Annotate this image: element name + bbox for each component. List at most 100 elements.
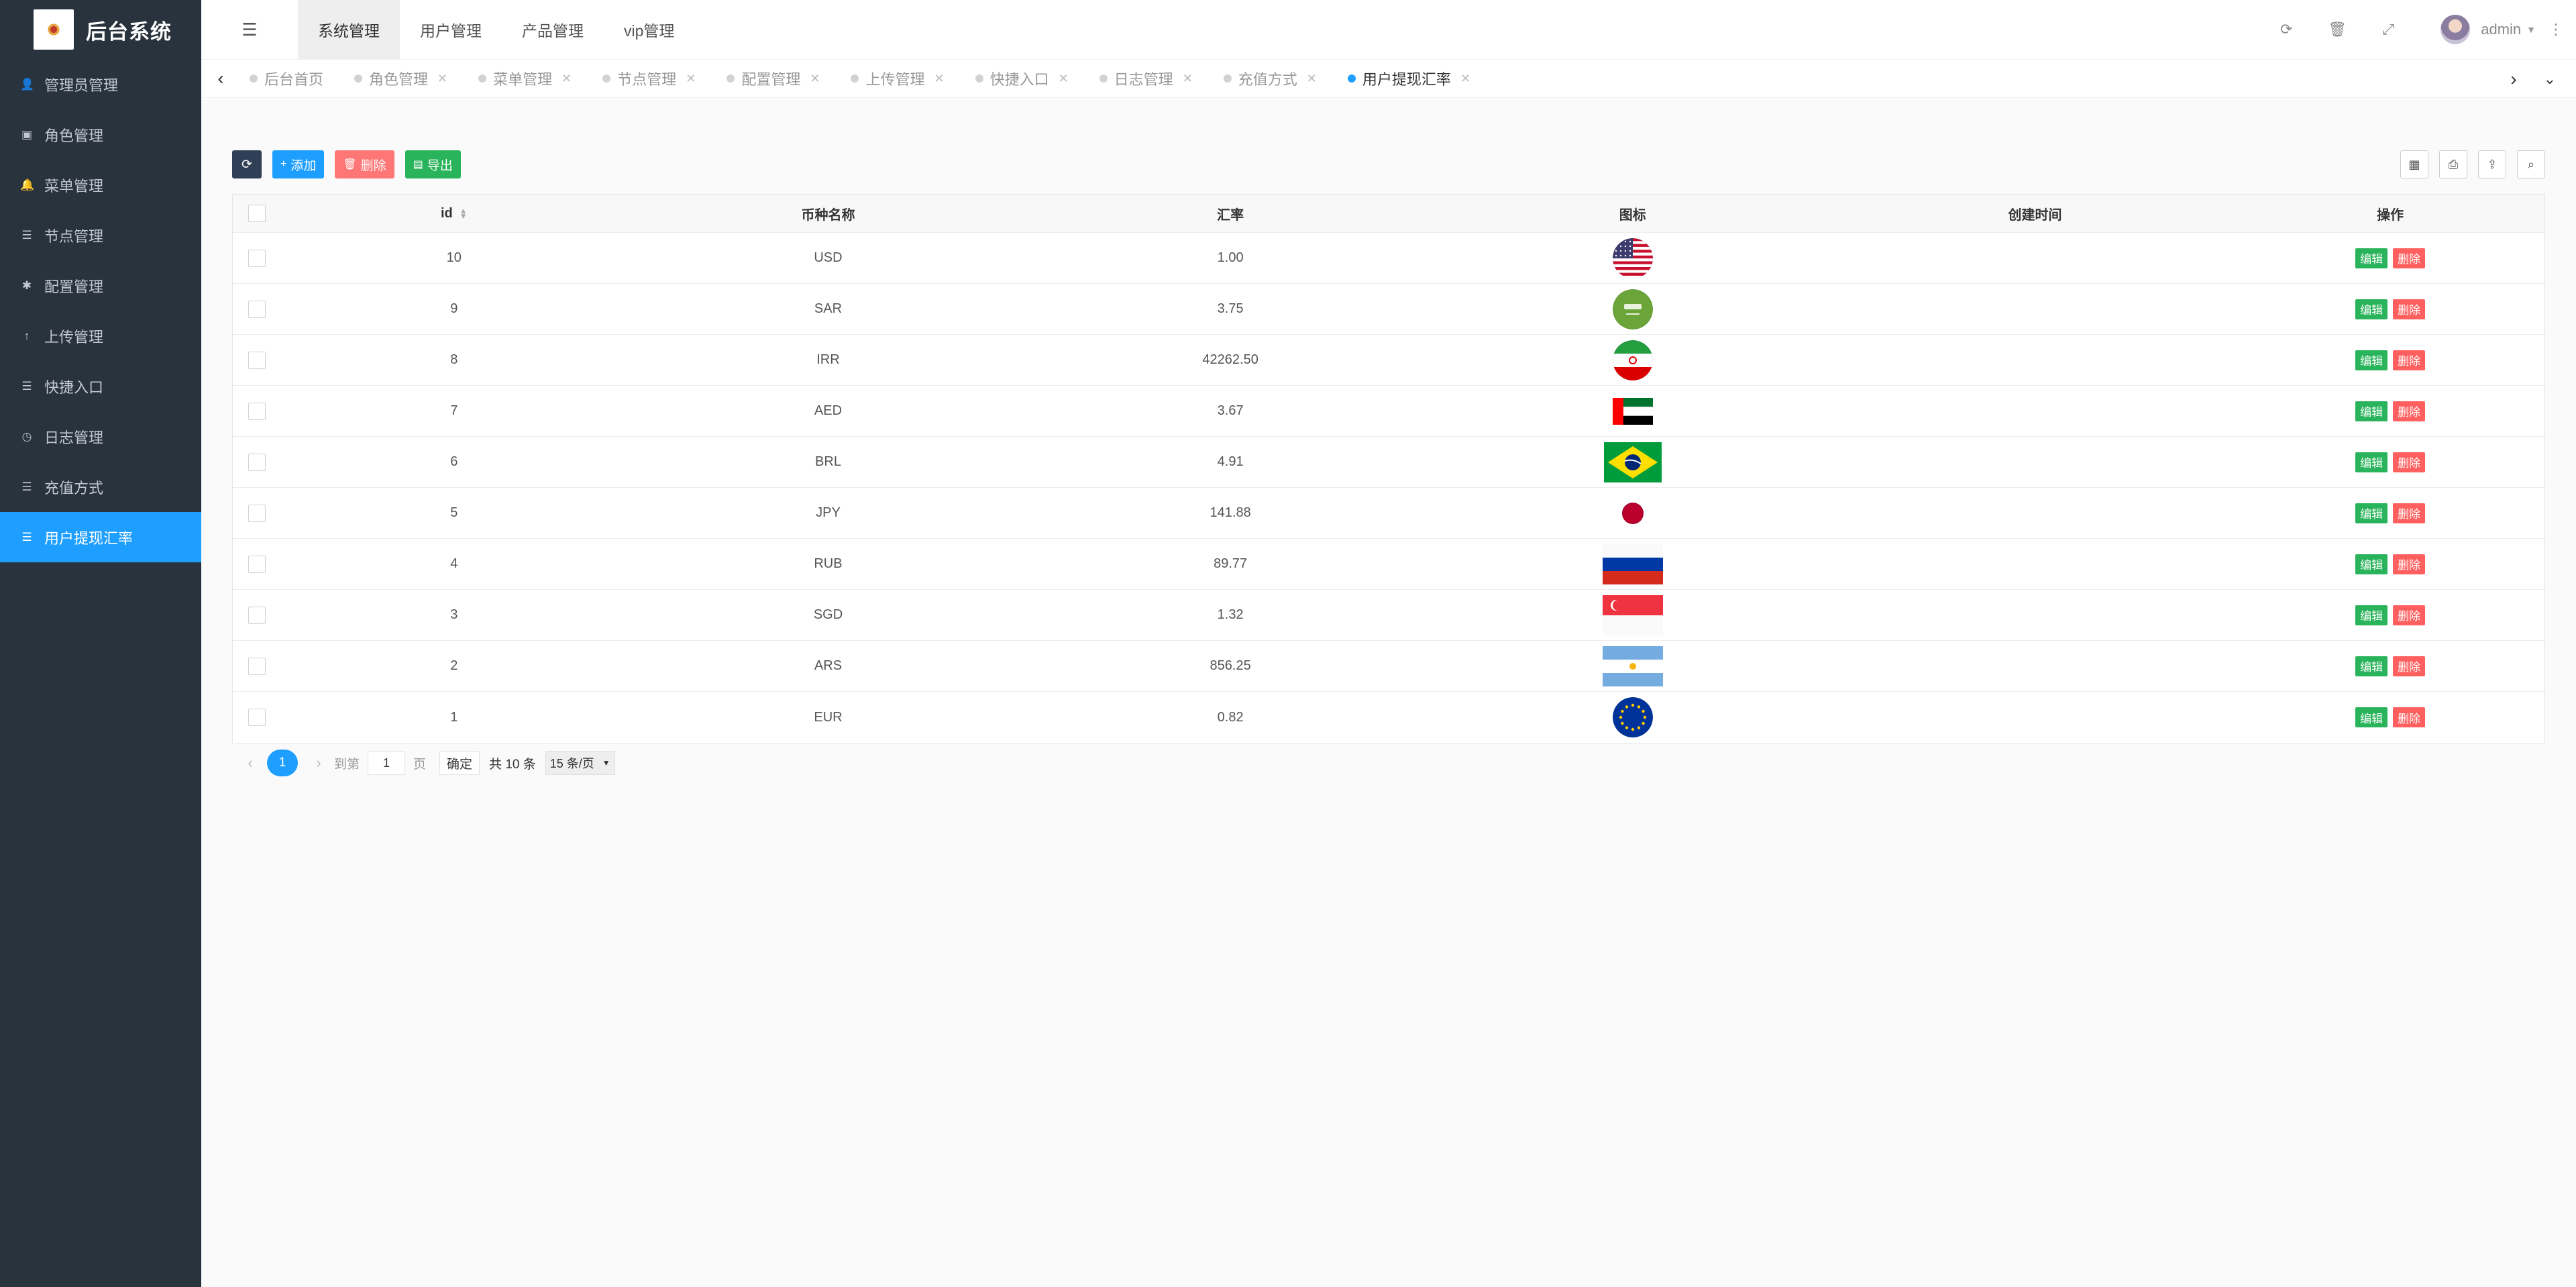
sort-icon[interactable]: ▲ ▼ <box>460 207 468 220</box>
row-delete-button[interactable]: 删除 <box>2393 605 2426 625</box>
page-tab-2[interactable]: 菜单管理 ✕ <box>478 68 572 89</box>
close-icon[interactable]: ✕ <box>1460 72 1470 86</box>
close-icon[interactable]: ✕ <box>810 72 820 86</box>
top-nav-system[interactable]: 系统管理 <box>298 0 400 59</box>
sidebar-item-7[interactable]: ◷ 日志管理 <box>0 411 201 462</box>
trash-icon[interactable]: 🗑 <box>2312 21 2363 38</box>
close-icon[interactable]: ✕ <box>1183 72 1193 86</box>
next-page-icon[interactable]: › <box>311 754 326 772</box>
top-nav-users[interactable]: 用户管理 <box>400 0 502 59</box>
header-tools: ⟳ 🗑 ⤢ admin ▼ ⋮ <box>2261 0 2576 59</box>
sidebar-item-4[interactable]: ✱ 配置管理 <box>0 260 201 311</box>
row-edit-button[interactable]: 编辑 <box>2355 503 2388 523</box>
menu-toggle-icon[interactable]: ☰ <box>201 0 298 59</box>
page-tab-7[interactable]: 日志管理 ✕ <box>1099 68 1193 89</box>
row-checkbox[interactable] <box>248 402 266 420</box>
row-checkbox-cell <box>233 504 281 522</box>
prev-page-icon[interactable]: ‹ <box>243 754 258 772</box>
page-tab-0[interactable]: 后台首页 <box>250 68 323 89</box>
tabs-scroll-right-icon[interactable]: › <box>2504 68 2524 90</box>
sidebar-item-9[interactable]: ☰ 用户提现汇率 <box>0 512 201 562</box>
sidebar-item-0[interactable]: 👤 管理员管理 <box>0 59 201 109</box>
page-size-select[interactable]: 15 条/页 ▼ <box>545 751 615 775</box>
search-icon[interactable]: ⌕ <box>2517 150 2545 178</box>
columns-filter-icon[interactable]: ▦ <box>2400 150 2428 178</box>
header: ☰ 系统管理 用户管理 产品管理 vip管理 ⟳ 🗑 ⤢ admin ▼ ⋮ <box>201 0 2576 59</box>
row-delete-button[interactable]: 删除 <box>2393 452 2426 472</box>
sidebar-item-8[interactable]: ☰ 充值方式 <box>0 462 201 512</box>
page-tab-8[interactable]: 充值方式 ✕ <box>1223 68 1317 89</box>
sidebar-item-5[interactable]: ↑ 上传管理 <box>0 311 201 361</box>
table-row: 1 EUR 0.82 编辑 删除 <box>233 692 2544 743</box>
sidebar-item-6[interactable]: ☰ 快捷入口 <box>0 361 201 411</box>
row-delete-button[interactable]: 删除 <box>2393 554 2426 574</box>
export-table-icon[interactable]: ⇪ <box>2478 150 2506 178</box>
page-tab-9[interactable]: 用户提现汇率 ✕ <box>1347 68 1470 89</box>
row-checkbox[interactable] <box>248 300 266 318</box>
row-checkbox[interactable] <box>248 504 266 522</box>
row-checkbox[interactable] <box>248 249 266 267</box>
close-icon[interactable]: ✕ <box>686 72 696 86</box>
row-delete-button[interactable]: 删除 <box>2393 656 2426 676</box>
sidebar-item-3[interactable]: ☰ 节点管理 <box>0 210 201 260</box>
export-button[interactable]: ▤ 导出 <box>405 150 461 178</box>
chevron-down-icon[interactable]: ▼ <box>2526 24 2536 35</box>
row-delete-button[interactable]: 删除 <box>2393 401 2426 421</box>
admin-username[interactable]: admin <box>2481 21 2521 38</box>
page-tab-1[interactable]: 角色管理 ✕ <box>354 68 447 89</box>
row-edit-button[interactable]: 编辑 <box>2355 656 2388 676</box>
tabs-scroll-left-icon[interactable]: ‹ <box>211 68 231 89</box>
avatar[interactable] <box>2440 15 2471 44</box>
id-card-icon: ▣ <box>21 127 33 141</box>
row-checkbox[interactable] <box>248 657 266 675</box>
row-edit-button[interactable]: 编辑 <box>2355 554 2388 574</box>
row-edit-button[interactable]: 编辑 <box>2355 452 2388 472</box>
delete-button[interactable]: 🗑 删除 <box>335 150 394 178</box>
row-checkbox[interactable] <box>248 709 266 726</box>
row-delete-button[interactable]: 删除 <box>2393 248 2426 268</box>
top-nav-vip[interactable]: vip管理 <box>604 0 694 59</box>
header-checkbox-cell <box>233 205 281 222</box>
row-checkbox[interactable] <box>248 453 266 471</box>
row-edit-button[interactable]: 编辑 <box>2355 605 2388 625</box>
page-tab-6[interactable]: 快捷入口 ✕ <box>975 68 1069 89</box>
sidebar-item-1[interactable]: ▣ 角色管理 <box>0 109 201 160</box>
top-nav-products[interactable]: 产品管理 <box>502 0 604 59</box>
refresh-icon[interactable]: ⟳ <box>2261 21 2312 38</box>
close-icon[interactable]: ✕ <box>437 72 447 86</box>
refresh-button[interactable]: ⟳ <box>232 150 262 178</box>
close-icon[interactable]: ✕ <box>1059 72 1069 86</box>
page-tab-3[interactable]: 节点管理 ✕ <box>602 68 696 89</box>
eu-flag-icon <box>1612 697 1653 737</box>
close-icon[interactable]: ✕ <box>1307 72 1317 86</box>
row-checkbox[interactable] <box>248 351 266 369</box>
row-edit-button[interactable]: 编辑 <box>2355 299 2388 319</box>
row-checkbox[interactable] <box>248 555 266 573</box>
column-header-id[interactable]: id ▲ ▼ <box>281 206 627 221</box>
column-header-actions: 操作 <box>2377 207 2404 223</box>
current-page[interactable]: 1 <box>267 750 298 776</box>
close-icon[interactable]: ✕ <box>561 72 572 86</box>
select-all-checkbox[interactable] <box>248 205 266 222</box>
more-vertical-icon[interactable]: ⋮ <box>2536 21 2576 38</box>
row-edit-button[interactable]: 编辑 <box>2355 707 2388 727</box>
sidebar-item-2[interactable]: 🔔 菜单管理 <box>0 160 201 210</box>
row-delete-button[interactable]: 删除 <box>2393 299 2426 319</box>
row-edit-button[interactable]: 编辑 <box>2355 401 2388 421</box>
add-button[interactable]: + 添加 <box>272 150 325 178</box>
row-edit-button[interactable]: 编辑 <box>2355 248 2388 268</box>
tabs-dropdown-icon[interactable]: ⌄ <box>2540 70 2560 88</box>
row-edit-button[interactable]: 编辑 <box>2355 350 2388 370</box>
page-tab-4[interactable]: 配置管理 ✕ <box>727 68 820 89</box>
goto-confirm-button[interactable]: 确定 <box>439 751 480 775</box>
print-icon[interactable]: ⎙ <box>2439 150 2467 178</box>
logo-bar[interactable]: 后台系统 <box>0 0 201 59</box>
row-delete-button[interactable]: 删除 <box>2393 350 2426 370</box>
row-delete-button[interactable]: 删除 <box>2393 707 2426 727</box>
fullscreen-icon[interactable]: ⤢ <box>2363 21 2414 38</box>
close-icon[interactable]: ✕ <box>934 72 944 86</box>
page-number-input[interactable] <box>368 751 406 775</box>
page-tab-5[interactable]: 上传管理 ✕ <box>851 68 945 89</box>
row-delete-button[interactable]: 删除 <box>2393 503 2426 523</box>
row-checkbox[interactable] <box>248 606 266 624</box>
